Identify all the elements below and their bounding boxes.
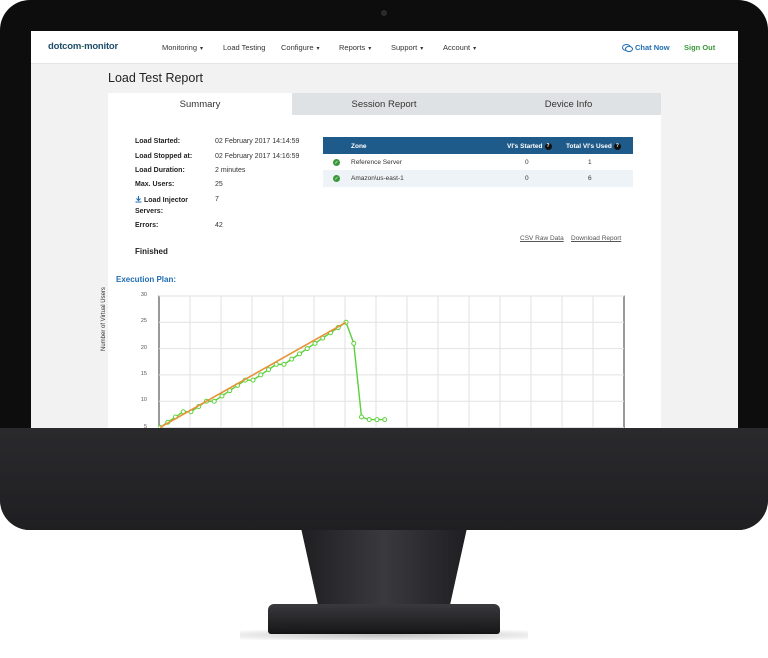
- monitor-chin: [0, 428, 768, 530]
- errors-value: 42: [215, 222, 223, 229]
- check-circle-icon: ✓: [333, 175, 340, 182]
- check-circle-icon: ✓: [333, 159, 340, 166]
- csv-raw-data-link[interactable]: CSV Raw Data: [520, 235, 564, 242]
- chevron-down-icon: ▾: [473, 46, 477, 52]
- load-stopped-label: Load Stopped at:: [135, 153, 193, 160]
- chevron-down-icon: ▾: [316, 46, 320, 52]
- data-point: [250, 377, 256, 383]
- vis-started-value: 0: [525, 159, 529, 166]
- nav-load-testing[interactable]: Load Testing: [223, 43, 265, 52]
- load-injector-value: 7: [215, 196, 219, 203]
- data-point: [281, 361, 287, 367]
- load-started-value: 02 February 2017 14:14:59: [215, 138, 300, 145]
- data-point: [289, 356, 295, 362]
- data-point: [374, 417, 380, 423]
- zone-column-header: Zone: [351, 143, 367, 150]
- zone-name: Amazon\us-east-1: [351, 175, 404, 182]
- help-icon[interactable]: ?: [544, 143, 552, 150]
- plot-frame: [158, 295, 625, 428]
- screen: dotcom-monitor Monitoring ▾ Load Testing …: [31, 31, 738, 428]
- y-tick-label: 25: [140, 318, 147, 325]
- total-vis-used-value: 1: [588, 159, 592, 166]
- y-tick-label: 20: [140, 344, 147, 351]
- load-injector-label[interactable]: Load Injector: [135, 196, 188, 204]
- sign-out-link[interactable]: Sign Out: [684, 43, 715, 52]
- data-point: [266, 367, 271, 373]
- chevron-down-icon: ▾: [368, 46, 372, 52]
- data-point: [297, 351, 302, 357]
- data-point: [211, 398, 217, 404]
- vis-started-column-header: VI's Started?: [507, 143, 552, 151]
- chat-icon: [622, 43, 633, 52]
- nav-monitoring[interactable]: Monitoring ▾: [162, 43, 203, 52]
- tab-device-info[interactable]: Device Info: [476, 93, 661, 115]
- tab-session-report[interactable]: Session Report: [292, 93, 476, 115]
- total-vis-used-column-header: Total VI's Used?: [566, 143, 621, 151]
- vis-started-value: 0: [525, 175, 529, 182]
- data-point: [366, 417, 372, 423]
- load-duration-label: Load Duration:: [135, 167, 185, 174]
- camera-dot: [381, 10, 387, 16]
- y-tick-label: 5: [143, 423, 147, 429]
- max-users-label: Max. Users:: [135, 181, 175, 188]
- chevron-down-icon: ▾: [420, 46, 424, 52]
- page-title: Load Test Report: [108, 71, 203, 85]
- y-tick-label: 15: [140, 370, 147, 377]
- data-point: [359, 414, 364, 420]
- data-point: [351, 340, 357, 346]
- load-started-label: Load Started:: [135, 138, 181, 145]
- max-users-value: 25: [215, 181, 223, 188]
- load-stopped-value: 02 February 2017 14:16:59: [215, 153, 300, 160]
- execution-plan-title: Execution Plan:: [116, 275, 177, 284]
- nav-reports[interactable]: Reports ▾: [339, 43, 371, 52]
- data-point: [219, 393, 225, 399]
- brand-logo[interactable]: dotcom-monitor: [48, 41, 118, 52]
- chat-now-link[interactable]: Chat Now: [622, 43, 670, 53]
- data-point: [258, 372, 264, 378]
- top-navbar: dotcom-monitor Monitoring ▾ Load Testing …: [31, 31, 738, 64]
- monitor-stand: [301, 530, 467, 608]
- load-injector-label-line2: Servers:: [135, 208, 164, 215]
- help-icon[interactable]: ?: [613, 143, 621, 150]
- base-shadow: [240, 630, 528, 640]
- zone-name: Reference Server: [351, 159, 402, 166]
- nav-support[interactable]: Support ▾: [391, 43, 423, 52]
- errors-label: Errors:: [135, 222, 159, 229]
- load-duration-value: 2 minutes: [215, 167, 246, 174]
- chevron-down-icon: ▾: [200, 46, 204, 52]
- execution-plan-chart: [158, 295, 625, 428]
- download-report-link[interactable]: Download Report: [571, 235, 621, 242]
- total-vis-used-value: 6: [588, 175, 592, 182]
- data-point: [312, 340, 318, 346]
- tab-summary[interactable]: Summary: [108, 93, 292, 115]
- y-tick-label: 10: [140, 397, 147, 404]
- nav-configure[interactable]: Configure ▾: [281, 43, 320, 52]
- download-icon: [135, 196, 142, 203]
- y-tick-label: 30: [140, 292, 147, 298]
- status-text: Finished: [135, 247, 168, 256]
- data-point: [304, 346, 310, 352]
- nav-account[interactable]: Account ▾: [443, 43, 476, 52]
- data-point: [382, 417, 388, 423]
- y-axis-label: Number of Virtual Users: [101, 287, 107, 351]
